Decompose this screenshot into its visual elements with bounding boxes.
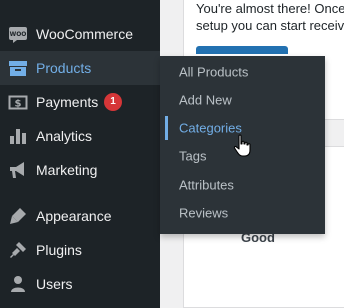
submenu-item-label: Categories [179, 120, 242, 136]
hand-pointer-cursor-icon [233, 134, 251, 157]
submenu-item-label: All Products [179, 64, 249, 80]
sidebar-item-analytics[interactable]: Analytics [0, 119, 160, 153]
current-menu-arrow [152, 60, 160, 76]
sidebar-item-appearance[interactable]: Appearance [0, 199, 160, 233]
sidebar-item-label: Analytics [36, 128, 93, 144]
sidebar-item-label: Appearance [36, 208, 112, 224]
setup-payments-button[interactable] [196, 46, 288, 54]
payments-icon: $ [8, 95, 28, 110]
appearance-icon [10, 208, 26, 224]
sidebar-item-label: Users [36, 276, 73, 292]
submenu-item-attributes[interactable]: Attributes [160, 171, 325, 199]
submenu-item-label: Add New [179, 92, 232, 108]
woocommerce-icon: WOO [9, 27, 27, 43]
submenu-item-reviews[interactable]: Reviews [160, 199, 325, 227]
sidebar-item-label: Products [36, 60, 92, 76]
submenu-item-add-new[interactable]: Add New [160, 86, 325, 114]
notice-text-line-1: You're almost there! Once [196, 1, 344, 16]
marketing-icon [10, 162, 24, 178]
submenu-item-label: Attributes [179, 177, 234, 193]
sidebar-item-label: Payments [36, 94, 99, 110]
sidebar-item-label: Marketing [36, 162, 98, 178]
sidebar-item-plugins[interactable]: Plugins [0, 233, 160, 267]
svg-text:$: $ [15, 99, 22, 110]
sidebar-item-woocommerce[interactable]: WOO WooCommerce [0, 17, 160, 51]
sidebar-item-marketing[interactable]: Marketing [0, 153, 160, 187]
sidebar-item-label: Plugins [36, 242, 82, 258]
sidebar-item-products[interactable]: Products [0, 51, 160, 85]
analytics-icon [10, 129, 26, 144]
sidebar-item-users[interactable]: Users [0, 267, 160, 301]
submenu-item-all-products[interactable]: All Products [160, 58, 325, 86]
products-icon [9, 61, 27, 76]
submenu-item-label: Tags [179, 148, 207, 164]
plugins-icon [10, 242, 26, 258]
woocommerce-icon-text: WOO [10, 31, 27, 38]
sidebar-item-payments[interactable]: $ Payments 1 [0, 85, 160, 119]
payments-count-badge: 1 [104, 93, 122, 111]
sidebar-item-label: WooCommerce [36, 26, 133, 42]
notice-text-line-2: setup you can start receivi [196, 18, 344, 33]
admin-sidebar: WOO WooCommerce Products $ Payments 1 An… [0, 0, 160, 308]
users-icon [11, 276, 25, 292]
submenu-item-label: Reviews [179, 205, 229, 221]
